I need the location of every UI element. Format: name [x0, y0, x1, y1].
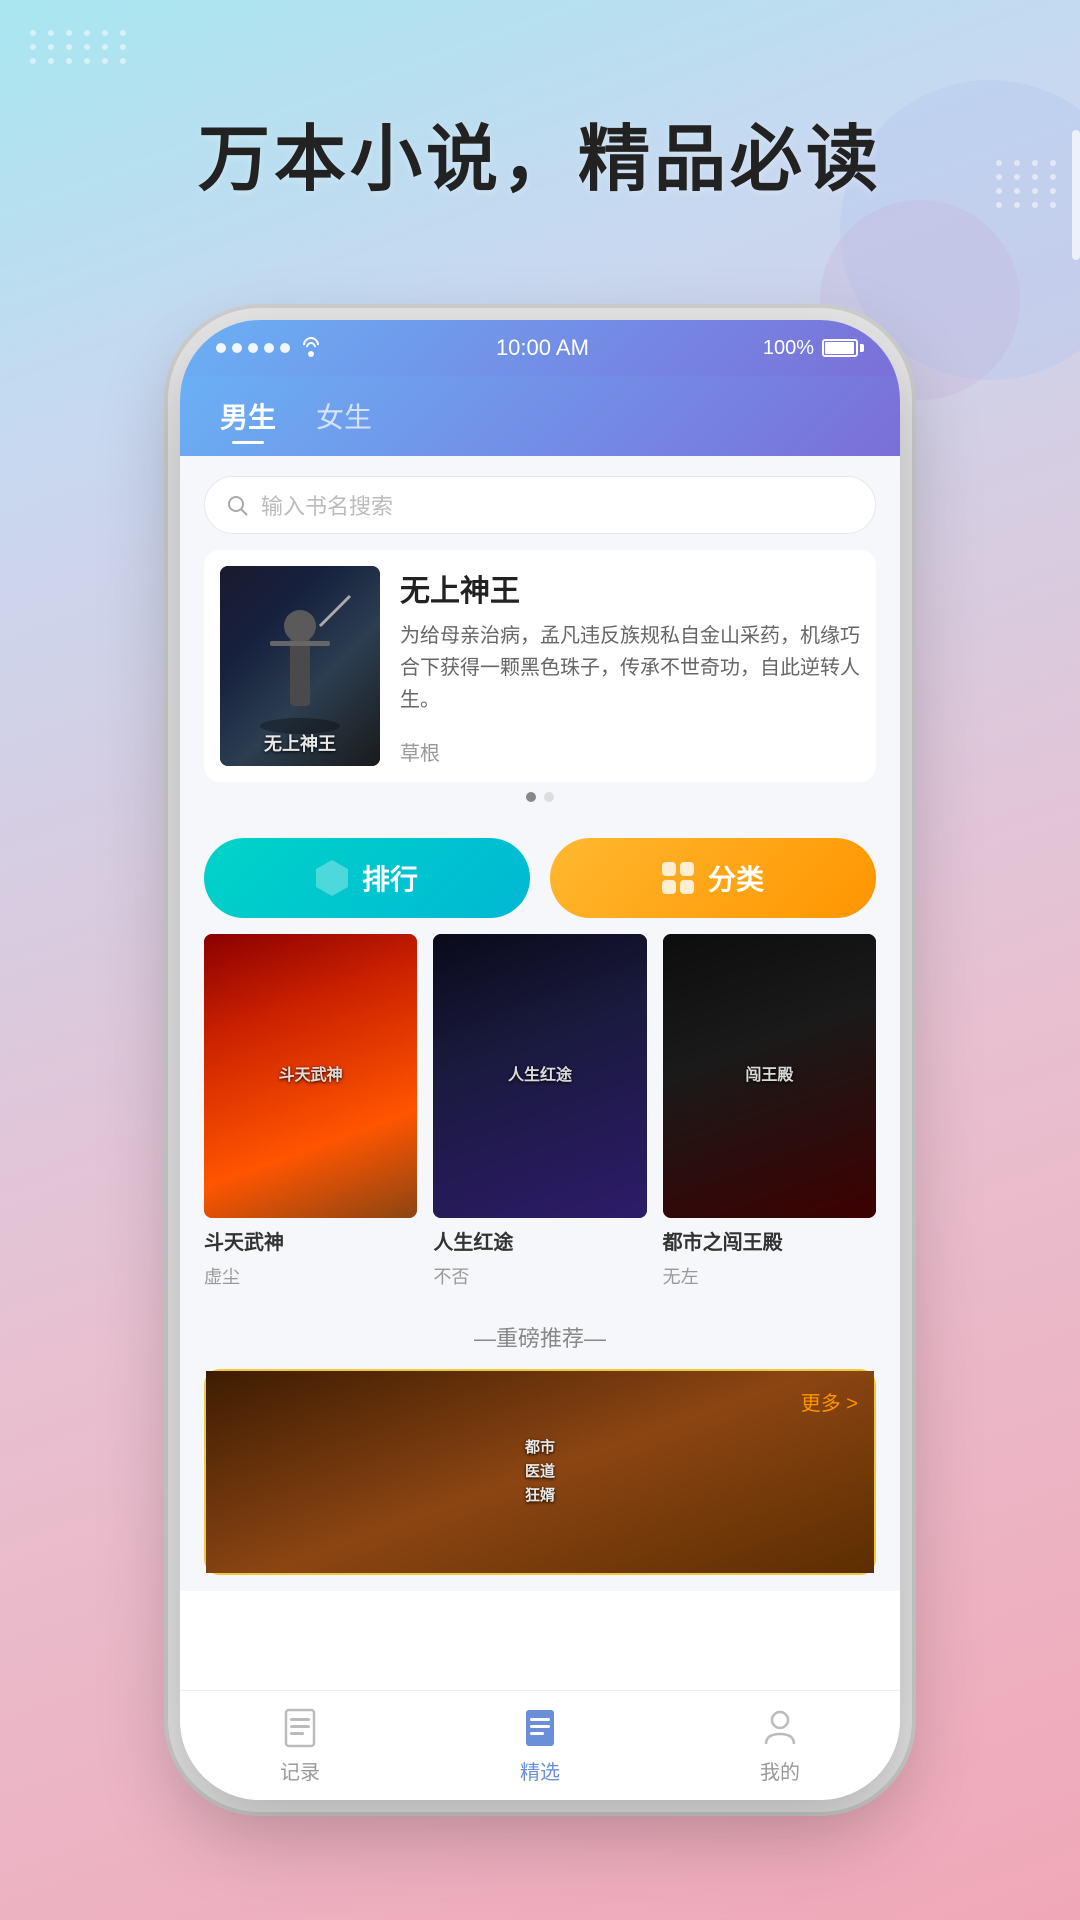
signal-dot-1	[216, 343, 226, 353]
search-icon	[225, 493, 249, 517]
featured-section: 无上神王 无上神王	[180, 550, 900, 822]
status-time: 10:00 AM	[496, 335, 589, 361]
signal-dot-5	[280, 343, 290, 353]
status-right: 100%	[763, 337, 864, 360]
nav-records-label: 记录	[280, 1756, 320, 1785]
bottom-navigation: 记录 精选	[180, 1690, 900, 1800]
book-author-2: 不否	[433, 1263, 646, 1289]
search-placeholder: 输入书名搜索	[261, 489, 393, 521]
nav-featured-label: 精选	[520, 1756, 560, 1785]
banner-dot-2[interactable]	[544, 792, 554, 802]
shield-icon	[316, 860, 348, 896]
status-bar: 10:00 AM 100%	[180, 320, 900, 376]
tab-female[interactable]: 女生	[316, 396, 372, 444]
book-author-1: 虚尘	[204, 1263, 417, 1289]
featured-card[interactable]: 无上神王 无上神王	[204, 550, 876, 782]
book-cover-3: 闯王殿	[663, 934, 876, 1218]
signal-indicators	[216, 339, 322, 357]
book3-cover-text: 闯王殿	[663, 934, 876, 1218]
recommend-section: —重磅推荐— 都市 医道 狂婿 都市医道狂婿 上门女婿的医院实习生撞破上司奸情，…	[180, 1305, 900, 1591]
records-icon	[278, 1706, 322, 1750]
book-title-3: 都市之闯王殿	[663, 1226, 876, 1255]
signal-dot-4	[264, 343, 274, 353]
search-input-wrap[interactable]: 输入书名搜索	[204, 476, 876, 534]
featured-cover: 无上神王 无上神王	[220, 566, 380, 766]
grid-icon	[662, 862, 694, 894]
more-link[interactable]: 更多 >	[801, 1387, 858, 1416]
book-cover-1: 斗天武神	[204, 934, 417, 1218]
bg-dots-topleft	[30, 30, 130, 64]
nav-profile[interactable]: 我的	[660, 1698, 900, 1793]
nav-profile-label: 我的	[760, 1756, 800, 1785]
book-grid-item-1[interactable]: 斗天武神 斗天武神 虚尘	[204, 934, 417, 1289]
battery-percent: 100%	[763, 337, 814, 360]
featured-icon-svg	[522, 1708, 558, 1748]
book-title-2: 人生红途	[433, 1226, 646, 1255]
signal-dot-3	[248, 343, 258, 353]
book-grid-item-2[interactable]: 人生红途 人生红途 不否	[433, 934, 646, 1289]
ranking-label: 排行	[362, 858, 418, 898]
featured-author: 草根	[400, 737, 860, 766]
nav-featured[interactable]: 精选	[420, 1698, 660, 1793]
search-section: 输入书名搜索	[180, 456, 900, 550]
book-cover-2: 人生红途	[433, 934, 646, 1218]
category-tabs: 男生 女生	[180, 376, 900, 456]
book1-cover-text: 斗天武神	[204, 934, 417, 1218]
banner-pagination	[204, 782, 876, 806]
book-grid: 斗天武神 斗天武神 虚尘 人生红途 人生红途 不否	[204, 934, 876, 1289]
wifi-icon	[300, 339, 322, 357]
battery-icon	[822, 339, 864, 357]
headline-text: 万本小说，精品必读	[0, 100, 1080, 205]
featured-title: 无上神王	[400, 566, 860, 610]
book-title-1: 斗天武神	[204, 1226, 417, 1255]
section-divider: —重磅推荐—	[204, 1313, 876, 1369]
action-buttons: 排行 分类	[180, 822, 900, 934]
recommend-card[interactable]: 都市 医道 狂婿 都市医道狂婿 上门女婿的医院实习生撞破上司奸情，被打成哑巴折断…	[204, 1369, 876, 1575]
profile-icon-svg	[762, 1708, 798, 1748]
cover-illustration	[240, 586, 360, 746]
featured-icon	[518, 1706, 562, 1750]
phone-screen: 10:00 AM 100% 男生 女生	[180, 320, 900, 1800]
profile-icon	[758, 1706, 802, 1750]
category-button[interactable]: 分类	[550, 838, 876, 918]
banner-dot-1[interactable]	[526, 792, 536, 802]
book2-cover-text: 人生红途	[433, 934, 646, 1218]
book-grid-item-3[interactable]: 闯王殿 都市之闯王殿 无左	[663, 934, 876, 1289]
nav-records[interactable]: 记录	[180, 1698, 420, 1793]
featured-info: 无上神王 为给母亲治病，孟凡违反族规私自金山采药，机缘巧合下获得一颗黑色珠子，传…	[400, 566, 860, 766]
book-author-3: 无左	[663, 1263, 876, 1289]
phone-mockup: 10:00 AM 100% 男生 女生	[180, 320, 900, 1800]
signal-dot-2	[232, 343, 242, 353]
records-icon-svg	[282, 1708, 318, 1748]
book-grid-section: 斗天武神 斗天武神 虚尘 人生红途 人生红途 不否	[180, 934, 900, 1305]
ranking-button[interactable]: 排行	[204, 838, 530, 918]
recommend-cover: 都市 医道 狂婿	[222, 1387, 362, 1557]
tab-male[interactable]: 男生	[220, 396, 276, 444]
featured-description: 为给母亲治病，孟凡违反族规私自金山采药，机缘巧合下获得一颗黑色珠子，传承不世奇功…	[400, 620, 860, 716]
category-label: 分类	[708, 858, 764, 898]
